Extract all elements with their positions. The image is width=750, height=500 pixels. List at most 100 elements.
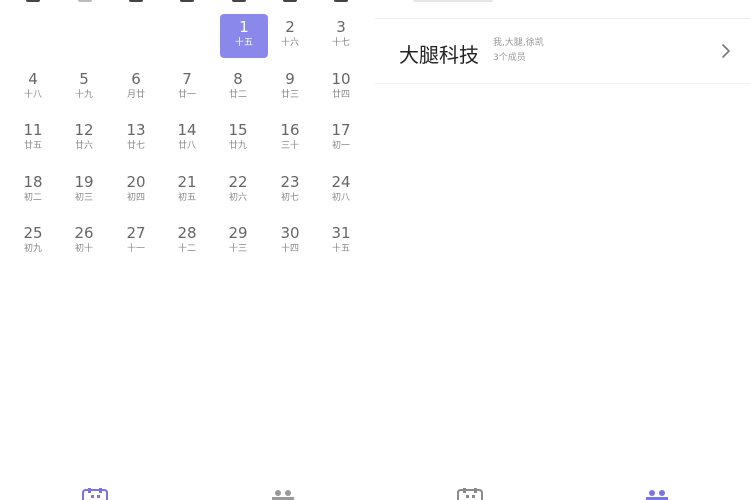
group-tab-icon[interactable] xyxy=(268,488,298,500)
day-number: 9 xyxy=(285,70,295,88)
calendar-day[interactable]: 3 十七 xyxy=(317,14,365,60)
weekday-header-fragment xyxy=(129,0,143,2)
calendar-day[interactable]: 21 初五 xyxy=(163,169,211,215)
lunar-date: 十四 xyxy=(280,244,299,254)
day-number: 4 xyxy=(28,70,38,88)
day-number: 6 xyxy=(131,70,141,88)
day-number: 18 xyxy=(23,173,43,191)
calendar-day[interactable]: 6 月廿 xyxy=(112,66,160,112)
calendar-panel: 1 十五 2 十六 3 十七 4 十八 5 十九 6 月廿 7 廿一 8 廿二 9 廿三 10 廿四 11 廿五 12 廿六 1… xyxy=(0,0,375,500)
day-number: 24 xyxy=(331,173,351,191)
day-number: 27 xyxy=(126,224,146,242)
lunar-date: 廿九 xyxy=(228,141,247,151)
lunar-date: 初八 xyxy=(331,193,350,203)
day-number: 2 xyxy=(285,18,295,36)
calendar-day[interactable]: 30 十四 xyxy=(266,220,314,266)
calendar-day-selected[interactable]: 1 十五 xyxy=(220,14,268,58)
lunar-date: 廿六 xyxy=(74,141,93,151)
group-list-item[interactable]: 大腿科技 我,大腿,徐凯 3个成员 xyxy=(375,19,750,84)
lunar-date: 初六 xyxy=(228,193,247,203)
day-number: 22 xyxy=(228,173,248,191)
day-number: 7 xyxy=(182,70,192,88)
day-number: 28 xyxy=(177,224,197,242)
calendar-day[interactable]: 17 初一 xyxy=(317,117,365,163)
calendar-day[interactable]: 22 初六 xyxy=(214,169,262,215)
calendar-day[interactable]: 12 廿六 xyxy=(60,117,108,163)
lunar-date: 十九 xyxy=(74,90,93,100)
lunar-date: 廿四 xyxy=(331,90,350,100)
lunar-date: 十六 xyxy=(280,38,299,48)
lunar-date: 十三 xyxy=(228,244,247,254)
header-fragment xyxy=(413,0,493,2)
day-number: 8 xyxy=(233,70,243,88)
calendar-day[interactable]: 27 十一 xyxy=(112,220,160,266)
day-number: 12 xyxy=(74,121,94,139)
lunar-date: 十七 xyxy=(331,38,350,48)
lunar-date: 廿二 xyxy=(228,90,247,100)
group-members: 我,大腿,徐凯 xyxy=(493,38,544,48)
calendar-tab-icon[interactable] xyxy=(80,488,110,500)
calendar-day[interactable]: 2 十六 xyxy=(266,14,314,60)
lunar-date: 十二 xyxy=(177,244,196,254)
lunar-date: 三十 xyxy=(280,141,299,151)
lunar-date: 初四 xyxy=(126,193,145,203)
day-number: 19 xyxy=(74,173,94,191)
calendar-day[interactable]: 19 初三 xyxy=(60,169,108,215)
weekday-header-fragment xyxy=(232,0,246,2)
day-number: 14 xyxy=(177,121,197,139)
day-number: 20 xyxy=(126,173,146,191)
day-number: 11 xyxy=(23,121,43,139)
day-number: 29 xyxy=(228,224,248,242)
calendar-day[interactable]: 10 廿四 xyxy=(317,66,365,112)
calendar-day[interactable]: 20 初四 xyxy=(112,169,160,215)
chevron-right-icon xyxy=(722,44,730,58)
calendar-day[interactable]: 26 初十 xyxy=(60,220,108,266)
lunar-date: 廿五 xyxy=(23,141,42,151)
lunar-date: 廿三 xyxy=(280,90,299,100)
calendar-day[interactable]: 23 初七 xyxy=(266,169,314,215)
calendar-day[interactable]: 14 廿八 xyxy=(163,117,211,163)
day-number: 31 xyxy=(331,224,351,242)
calendar-day[interactable]: 18 初二 xyxy=(9,169,57,215)
weekday-header-fragment xyxy=(334,0,348,2)
calendar-tab-icon[interactable] xyxy=(455,488,485,500)
weekday-header-fragment xyxy=(26,0,40,2)
lunar-date: 初十 xyxy=(74,244,93,254)
day-number: 26 xyxy=(74,224,94,242)
day-number: 21 xyxy=(177,173,197,191)
day-number: 25 xyxy=(23,224,43,242)
lunar-date: 廿八 xyxy=(177,141,196,151)
calendar-day[interactable]: 13 廿七 xyxy=(112,117,160,163)
calendar-day[interactable]: 7 廿一 xyxy=(163,66,211,112)
calendar-day[interactable]: 15 廿九 xyxy=(214,117,262,163)
group-panel: 大腿科技 我,大腿,徐凯 3个成员 xyxy=(375,0,750,500)
lunar-date: 初七 xyxy=(280,193,299,203)
calendar-day[interactable]: 9 廿三 xyxy=(266,66,314,112)
calendar-day[interactable]: 28 十二 xyxy=(163,220,211,266)
calendar-day[interactable]: 5 十九 xyxy=(60,66,108,112)
lunar-date: 初三 xyxy=(74,193,93,203)
day-number: 30 xyxy=(280,224,300,242)
calendar-day[interactable]: 29 十三 xyxy=(214,220,262,266)
lunar-date: 廿七 xyxy=(126,141,145,151)
calendar-day[interactable]: 16 三十 xyxy=(266,117,314,163)
group-tab-icon[interactable] xyxy=(642,488,672,500)
day-number: 10 xyxy=(331,70,351,88)
weekday-header-fragment xyxy=(180,0,194,2)
lunar-date: 初一 xyxy=(331,141,350,151)
calendar-day[interactable]: 31 十五 xyxy=(317,220,365,266)
day-number: 1 xyxy=(239,18,249,36)
calendar-day[interactable]: 25 初九 xyxy=(9,220,57,266)
day-number: 5 xyxy=(79,70,89,88)
group-name: 大腿科技 xyxy=(399,43,479,67)
weekday-header-fragment xyxy=(78,0,92,2)
calendar-day[interactable]: 4 十八 xyxy=(9,66,57,112)
lunar-date: 廿一 xyxy=(177,90,196,100)
lunar-date: 初九 xyxy=(23,244,42,254)
lunar-date: 十八 xyxy=(23,90,42,100)
calendar-day[interactable]: 8 廿二 xyxy=(214,66,262,112)
calendar-day[interactable]: 11 廿五 xyxy=(9,117,57,163)
calendar-day[interactable]: 24 初八 xyxy=(317,169,365,215)
lunar-date: 初五 xyxy=(177,193,196,203)
lunar-date: 十五 xyxy=(331,244,350,254)
